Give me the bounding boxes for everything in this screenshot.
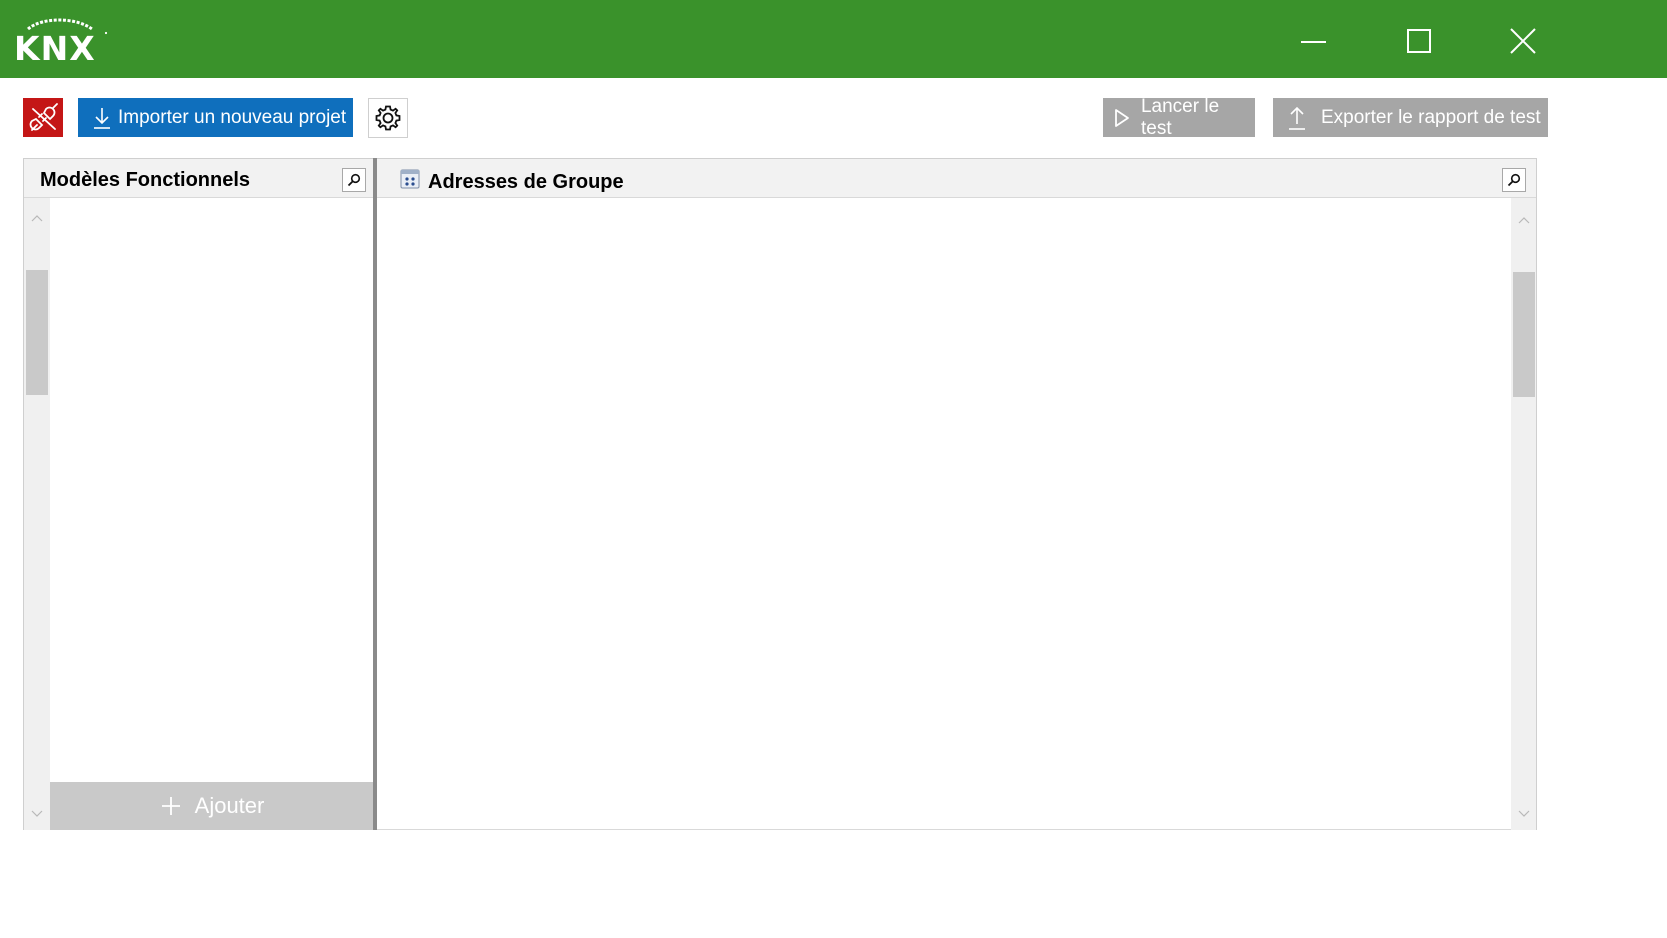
logo-text: KNX	[14, 29, 96, 64]
add-functional-model-button[interactable]: Ajouter	[50, 782, 375, 830]
plug-disconnected-icon	[29, 103, 58, 131]
import-project-label: Importer un nouveau projet	[118, 106, 347, 128]
run-test-label: Lancer le test	[1140, 95, 1220, 139]
group-addresses-title: Adresses de Groupe	[428, 171, 624, 193]
group-addresses-header: Adresses de Groupe	[377, 159, 1536, 198]
run-test-button[interactable]: Lancer le test	[1103, 95, 1255, 139]
functional-models-list	[50, 198, 375, 782]
group-addresses-search-button[interactable]	[1502, 168, 1526, 192]
maximize-icon	[1407, 29, 1431, 53]
functional-models-panel: Modèles Fonctionnels Ajouter	[23, 158, 375, 830]
add-label: Ajouter	[194, 793, 265, 818]
export-report-label: Exporter le rapport de test	[1321, 106, 1541, 128]
scroll-down-arrow[interactable]	[1511, 804, 1537, 824]
search-icon	[347, 173, 361, 187]
minimize-button[interactable]	[1288, 18, 1338, 64]
close-button[interactable]	[1498, 18, 1548, 64]
minimize-icon	[1301, 41, 1326, 43]
functional-models-header: Modèles Fonctionnels	[24, 159, 375, 198]
disconnect-button[interactable]	[23, 98, 63, 137]
group-addresses-scrollbar[interactable]	[1511, 198, 1536, 830]
functional-models-search-button[interactable]	[342, 168, 366, 192]
title-bar: KNX	[0, 0, 1667, 78]
close-icon	[1510, 28, 1536, 54]
scroll-thumb[interactable]	[26, 270, 48, 395]
group-address-icon	[400, 169, 420, 189]
maximize-button[interactable]	[1394, 18, 1444, 64]
search-icon	[1507, 173, 1521, 187]
gear-icon	[375, 105, 401, 131]
scroll-up-arrow[interactable]	[24, 208, 50, 228]
functional-models-title: Modèles Fonctionnels	[40, 169, 251, 191]
functional-models-scrollbar[interactable]	[24, 198, 50, 830]
plus-icon	[161, 797, 180, 815]
settings-button[interactable]	[368, 98, 408, 138]
scroll-up-arrow[interactable]	[1511, 210, 1537, 230]
group-addresses-panel: Adresses de Groupe	[377, 158, 1537, 830]
upload-icon	[1289, 106, 1305, 130]
play-icon	[1115, 108, 1129, 127]
import-project-button[interactable]: Importer un nouveau projet	[78, 98, 353, 137]
export-report-button[interactable]: Exporter le rapport de test	[1273, 98, 1548, 137]
download-icon	[94, 107, 110, 129]
scroll-thumb[interactable]	[1513, 272, 1535, 397]
knx-logo: KNX	[14, 18, 110, 68]
scroll-down-arrow[interactable]	[24, 804, 50, 824]
group-addresses-list	[377, 198, 1511, 830]
